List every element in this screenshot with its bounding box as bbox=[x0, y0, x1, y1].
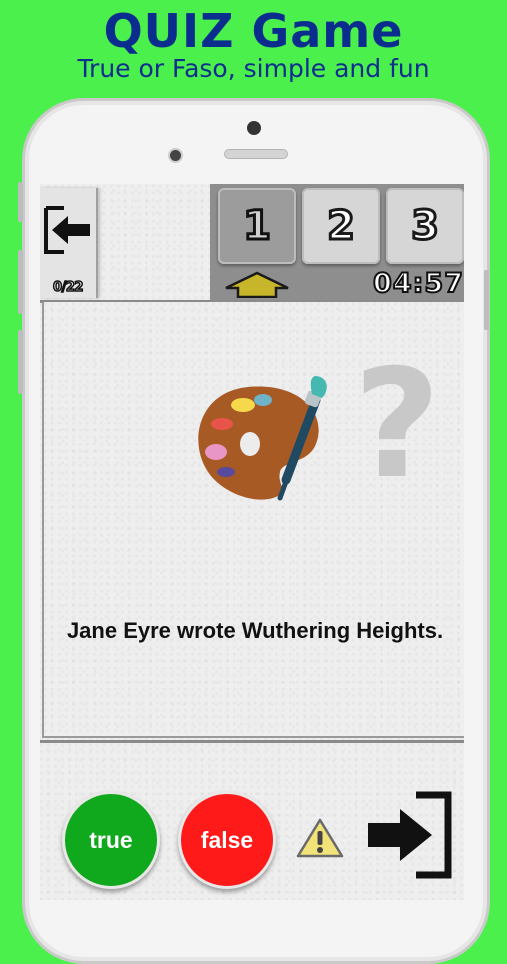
back-arrow-icon bbox=[44, 206, 90, 254]
phone-volume-down bbox=[18, 330, 23, 394]
phone-side-button bbox=[18, 182, 23, 222]
answer-bar: true false bbox=[40, 740, 464, 900]
question-progress: 0/22 bbox=[52, 279, 84, 296]
countdown-timer: 04:57 bbox=[372, 267, 464, 300]
front-camera bbox=[247, 121, 261, 135]
game-screen: 0/22 1 2 3 04:57 ? Jane Eyre wrote Wuthe… bbox=[40, 184, 464, 900]
active-level-arrow-icon bbox=[225, 271, 289, 298]
level-tab-2[interactable]: 2 bbox=[302, 188, 380, 264]
paint-palette-icon bbox=[198, 376, 327, 501]
level-tab-3[interactable]: 3 bbox=[386, 188, 464, 264]
question-card: ? Jane Eyre wrote Wuthering Heights. bbox=[42, 302, 464, 738]
promo-title: QUIZ Game bbox=[103, 4, 404, 58]
true-button-label: true bbox=[89, 826, 133, 853]
question-text: Jane Eyre wrote Wuthering Heights. bbox=[66, 618, 444, 643]
warning-icon[interactable] bbox=[296, 817, 344, 859]
earpiece-speaker bbox=[224, 149, 288, 159]
hint-question-mark-icon: ? bbox=[353, 338, 441, 512]
level-tab-1[interactable]: 1 bbox=[218, 188, 296, 264]
back-button[interactable]: 0/22 bbox=[40, 188, 98, 298]
phone-volume-up bbox=[18, 250, 23, 314]
phone-power-button bbox=[484, 270, 489, 330]
true-button[interactable]: true bbox=[62, 791, 160, 889]
top-bar: 0/22 1 2 3 04:57 bbox=[40, 184, 464, 303]
false-button-label: false bbox=[200, 826, 254, 853]
false-button[interactable]: false bbox=[178, 791, 276, 889]
sensor bbox=[168, 148, 183, 163]
promo-subtitle: True or Faso, simple and fun bbox=[77, 54, 430, 83]
exit-icon[interactable] bbox=[364, 789, 456, 881]
